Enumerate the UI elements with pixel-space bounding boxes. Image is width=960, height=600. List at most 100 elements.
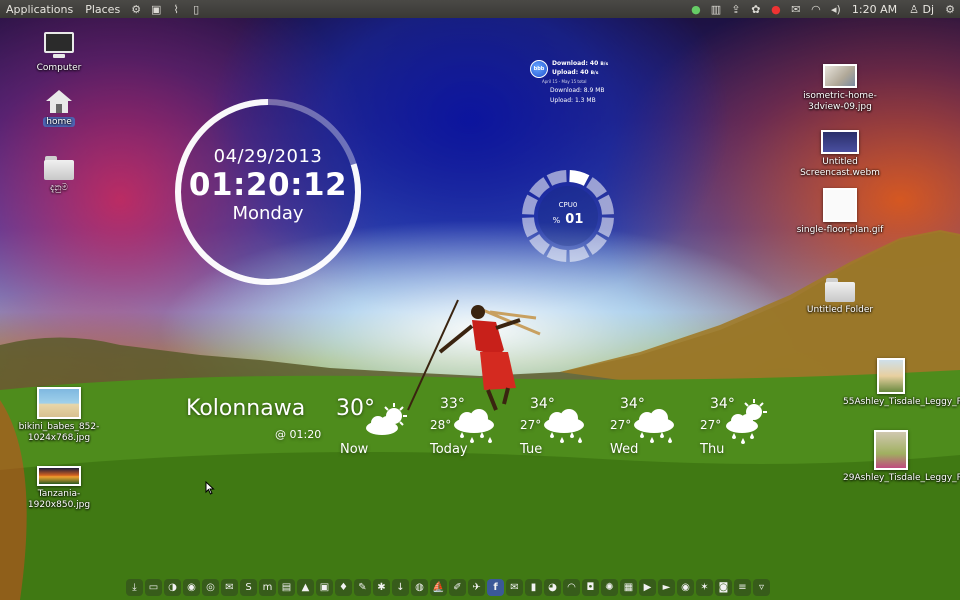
icon-label: Untitled Screencast.webm [800, 157, 880, 178]
cpu-widget: CPU0 % 01 [520, 200, 616, 229]
film-icon[interactable]: ▦ [620, 578, 637, 596]
desktop-icon-screencast-video[interactable]: Untitled Screencast.webm [792, 130, 888, 179]
mouse-cursor-icon [205, 481, 215, 495]
cpu-gauge-segment [569, 170, 590, 186]
desktop-icon-isometric-image[interactable]: isometric-home-3dview-09.jpg [792, 64, 888, 113]
flame-icon[interactable]: ✱ [373, 578, 390, 596]
cpu-gauge-segment [569, 246, 590, 262]
paint-icon[interactable]: ✐ [449, 578, 466, 596]
icon-label: Tanzania-1920x850.jpg [27, 489, 91, 510]
icon-label: bikini_babes_852-1024x768.jpg [18, 422, 100, 443]
forecast-thu-label: Thu [700, 442, 725, 457]
disc-icon[interactable]: ◍ [411, 578, 428, 596]
icon-label: Computer [36, 63, 82, 73]
desktop-icon-tanzania-image[interactable]: Tanzania-1920x850.jpg [11, 466, 107, 511]
downloader-icon[interactable]: ↓ [392, 578, 409, 596]
weather-updated: @ 01:20 [275, 428, 322, 441]
weather-location: Kolonnawa [186, 396, 306, 421]
download-icon[interactable]: ⤓ [126, 578, 143, 596]
cpu-gauge-segment [529, 177, 550, 198]
upload-rate: Upload: 40 [552, 69, 589, 76]
desktop-icon-ashley-29-image[interactable]: 29Ashley_Tisdale_Leggy_R.jpg [843, 430, 960, 484]
clock-time: 01:20:12 [188, 167, 348, 203]
globe-icon[interactable]: ◕ [544, 578, 561, 596]
sailboat-icon[interactable]: ⛵ [430, 578, 447, 596]
disk-icon[interactable]: ◙ [715, 578, 732, 596]
feather-icon[interactable]: ✎ [354, 578, 371, 596]
desktop-icon-bikini-image[interactable]: bikini_babes_852-1024x768.jpg [11, 387, 107, 444]
text-editor-icon[interactable]: ▤ [278, 578, 295, 596]
cpu-gauge-segment [586, 177, 607, 198]
sun-rain-icon [726, 399, 767, 444]
forecast-thu-low: 27° [700, 418, 722, 432]
terminal-icon[interactable]: ▮ [525, 578, 542, 596]
download-rate: Download: 40 [552, 60, 599, 67]
cpu-unit: % [552, 216, 561, 225]
icon-label: 55Ashley_Tisdale_Leggy_R.jpg [843, 397, 960, 407]
image-thumbnail-person [874, 430, 908, 470]
icon-label: home [43, 117, 75, 127]
forecast-wed-low: 27° [610, 418, 632, 432]
rain-icon [454, 409, 494, 443]
forecast-wed-label: Wed [610, 442, 639, 457]
cpu-gauge-segment [546, 246, 567, 262]
facebook-icon[interactable]: f [487, 578, 504, 596]
dock: ⤓ ▭ ◑ ◉ ◎ ✉ Sm ▤ ▲ ▣ ♦ ✎ ✱ ↓ ◍ ⛵ ✐ ✈ f ✉ ▮ ◕ ◠ ◘ ✺ ▦ ▶ ► ◉ ✶ ◙ ≡ ▿ [126, 577, 770, 597]
chromium-icon[interactable]: ◎ [202, 578, 219, 596]
thunderbird-icon[interactable]: ✉ [221, 578, 238, 596]
desktop-icon-home[interactable]: home [11, 88, 107, 128]
icon-label: Untitled Folder [806, 305, 874, 315]
scanner-icon[interactable]: ▣ [316, 578, 333, 596]
upload-total: Upload: 1.3 MB [550, 97, 596, 104]
download-total: Download: 8.9 MB [550, 87, 605, 94]
settings-wheel-icon[interactable]: ✺ [601, 578, 618, 596]
network-period: April 15 - May 15 total [542, 79, 587, 84]
video-icon[interactable]: ▶ [639, 578, 656, 596]
forecast-today-low: 28° [430, 418, 452, 432]
star-icon[interactable]: ✶ [696, 578, 713, 596]
partly-cloudy-icon [366, 403, 407, 435]
email-icon[interactable]: ✉ [506, 578, 523, 596]
home-icon [46, 90, 72, 113]
clock-widget: 04/29/2013 01:20:12 Monday [172, 146, 364, 224]
mixer-icon[interactable]: ≡ [734, 578, 751, 596]
clock-day: Monday [232, 203, 304, 224]
network-widget: bbb Download: 40 B/s Upload: 40 B/s Apri… [530, 58, 640, 112]
trash-icon[interactable]: ▿ [753, 578, 770, 596]
image-thumbnail-beach [37, 387, 81, 419]
image-thumbnail-floorplan [823, 188, 857, 222]
ink-icon[interactable]: ♦ [335, 578, 352, 596]
wifi-dock-icon[interactable]: ◠ [563, 578, 580, 596]
forecast-tue-label: Tue [520, 442, 543, 457]
messenger-icon[interactable]: m [259, 578, 276, 596]
chrome-icon[interactable]: ◉ [183, 578, 200, 596]
desktop-icon[interactable]: ▭ [145, 578, 162, 596]
firefox-icon[interactable]: ◑ [164, 578, 181, 596]
image-thumbnail-person [877, 358, 905, 394]
icon-label: 29Ashley_Tisdale_Leggy_R.jpg [843, 473, 960, 483]
desktop-icon-folder-danuma[interactable]: දැනුම [11, 156, 107, 194]
bird-icon[interactable]: ✈ [468, 578, 485, 596]
cpu-gauge-segment [546, 170, 567, 186]
desktop-icon-floorplan-image[interactable]: single-floor-plan.gif [792, 188, 888, 236]
rain-icon [634, 409, 674, 443]
image-thumbnail-room [823, 64, 857, 88]
desktop-icon-untitled-folder[interactable]: Untitled Folder [792, 278, 888, 316]
desktop-icon-ashley-55-image[interactable]: 55Ashley_Tisdale_Leggy_R.jpg [843, 358, 960, 408]
rain-icon [544, 409, 584, 443]
skype-icon[interactable]: S [240, 578, 257, 596]
desktop-icon-computer[interactable]: Computer [11, 32, 107, 74]
media-player-icon[interactable]: ► [658, 578, 675, 596]
network-logo-icon: bbb [530, 60, 548, 78]
eye-icon[interactable]: ◉ [677, 578, 694, 596]
cpu-gauge-segment [529, 234, 550, 255]
icon-label: දැනුම [50, 183, 68, 193]
image-thumbnail-sunset [37, 466, 81, 486]
cpu-gauge-segment [586, 234, 607, 255]
launcher-icon[interactable]: ▲ [297, 578, 314, 596]
camera-icon[interactable]: ◘ [582, 578, 599, 596]
weather-now-label: Now [340, 442, 369, 457]
monitor-icon [44, 32, 74, 60]
folder-icon [44, 156, 74, 180]
video-thumbnail [821, 130, 859, 154]
